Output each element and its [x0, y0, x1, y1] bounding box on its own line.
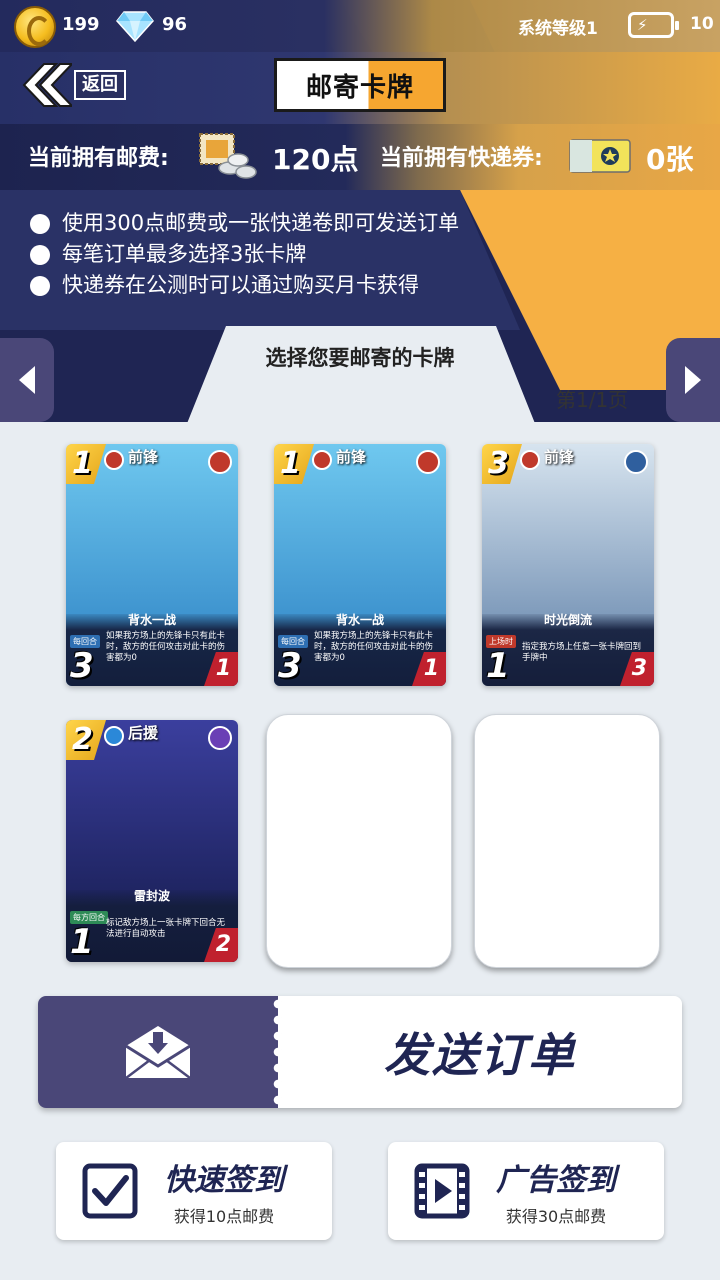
gold-amount: 199 [62, 14, 100, 35]
system-level: 系统等级1 [518, 19, 598, 39]
quick-signin-button[interactable]: 快速签到 获得10点邮费 [56, 1142, 332, 1240]
empty-card-slot[interactable] [474, 714, 660, 968]
notes-list: 使用300点邮费或一张快递卷即可发送订单 每笔订单最多选择3张卡牌 快递券在公测… [30, 208, 459, 301]
card-slot[interactable]: 1 前锋 背水一战 每回合 如果我方场上的先锋卡只有此卡时，敌方的任何攻击对此卡… [66, 444, 238, 686]
card-slot[interactable]: 1 前锋 背水一战 每回合 如果我方场上的先锋卡只有此卡时，敌方的任何攻击对此卡… [274, 444, 446, 686]
energy-icon: ⚡ [628, 12, 679, 38]
card-role: 前锋 [544, 448, 575, 466]
energy-amount: 10 [690, 14, 714, 34]
note-item: 快递券在公测时可以通过购买月卡获得 [30, 270, 459, 301]
card-description: 如果我方场上的先锋卡只有此卡时，敌方的任何攻击对此卡的伤害都为0 [106, 631, 226, 663]
express-ticket-icon [569, 139, 631, 173]
arrow-left-icon [19, 366, 35, 394]
card-element-icon [104, 450, 124, 470]
card-faction-icon [208, 450, 232, 474]
card-element-icon [312, 450, 332, 470]
bullet-icon [30, 275, 50, 296]
checkbox-icon [82, 1163, 138, 1219]
ad-signin-subtitle: 获得30点邮费 [505, 1207, 607, 1226]
send-order-label: 发送订单 [384, 1028, 576, 1082]
quick-signin-subtitle: 获得10点邮费 [173, 1207, 275, 1226]
stamp-coins-icon [199, 133, 257, 179]
card-attack: 3 [278, 648, 314, 684]
video-play-icon [414, 1163, 470, 1219]
bullet-icon [30, 213, 50, 234]
diamond-amount: 96 [162, 14, 188, 35]
double-chevron-left-icon [22, 63, 72, 107]
selection-title: 选择您要邮寄的卡牌 [265, 346, 455, 370]
card-slot[interactable]: 2 后援 雷封波 每方回合 标记敌方场上一张卡牌下回合无法进行自动攻击 1 2 [66, 720, 238, 962]
diamond-icon [116, 11, 154, 42]
panel-tab [186, 326, 536, 426]
ad-signin-button[interactable]: 广告签到 获得30点邮费 [388, 1142, 664, 1240]
card-attack: 3 [70, 648, 106, 684]
express-label: 当前拥有快递券: [380, 146, 543, 171]
page-title: 邮寄卡牌 [305, 72, 414, 103]
ad-signin-title: 广告签到 [496, 1163, 616, 1198]
page-title-box: 邮寄卡牌 [274, 58, 446, 112]
card-role: 前锋 [128, 448, 159, 466]
envelope-download-icon [125, 1026, 191, 1079]
back-label: 返回 [74, 70, 126, 100]
card-attack: 1 [70, 924, 106, 960]
send-order-button[interactable]: 发送订单 [38, 996, 682, 1108]
bullet-icon [30, 244, 50, 265]
card-role: 前锋 [336, 448, 367, 466]
card-name: 背水一战 [335, 613, 384, 627]
gold-coin-icon [14, 6, 56, 48]
card-name: 时光倒流 [543, 613, 592, 627]
card-element-icon [520, 450, 540, 470]
note-item: 使用300点邮费或一张快递卷即可发送订单 [30, 208, 459, 239]
postage-label: 当前拥有邮费: [28, 146, 169, 171]
card-slot[interactable]: 3 前锋 时光倒流 上场时 指定我方场上任意一张卡牌回到手牌中 1 3 [482, 444, 654, 686]
energy-bolt-icon: ⚡ [637, 16, 648, 34]
note-item: 每笔订单最多选择3张卡牌 [30, 239, 459, 270]
card-faction-icon [416, 450, 440, 474]
arrow-right-icon [685, 366, 701, 394]
card-faction-icon [208, 726, 232, 750]
back-button[interactable]: 返回 [18, 60, 130, 110]
quick-signin-title: 快速签到 [164, 1163, 284, 1198]
page-indicator: 第1/1页 [556, 388, 629, 412]
status-bar: 199 96 系统等级1 ⚡ 10 [0, 0, 720, 52]
card-name: 背水一战 [127, 613, 176, 627]
express-value: 0张 [646, 143, 694, 176]
prev-page-button[interactable] [0, 338, 54, 422]
send-order-icon-area [38, 996, 284, 1108]
card-faction-icon [624, 450, 648, 474]
card-role: 后援 [128, 724, 159, 742]
card-name: 雷封波 [133, 889, 170, 903]
card-element-icon [104, 726, 124, 746]
card-attack: 1 [486, 648, 522, 684]
next-page-button[interactable] [666, 338, 720, 422]
postage-value: 120点 [272, 143, 359, 176]
empty-card-slot[interactable] [266, 714, 452, 968]
card-description: 如果我方场上的先锋卡只有此卡时，敌方的任何攻击对此卡的伤害都为0 [314, 631, 434, 663]
